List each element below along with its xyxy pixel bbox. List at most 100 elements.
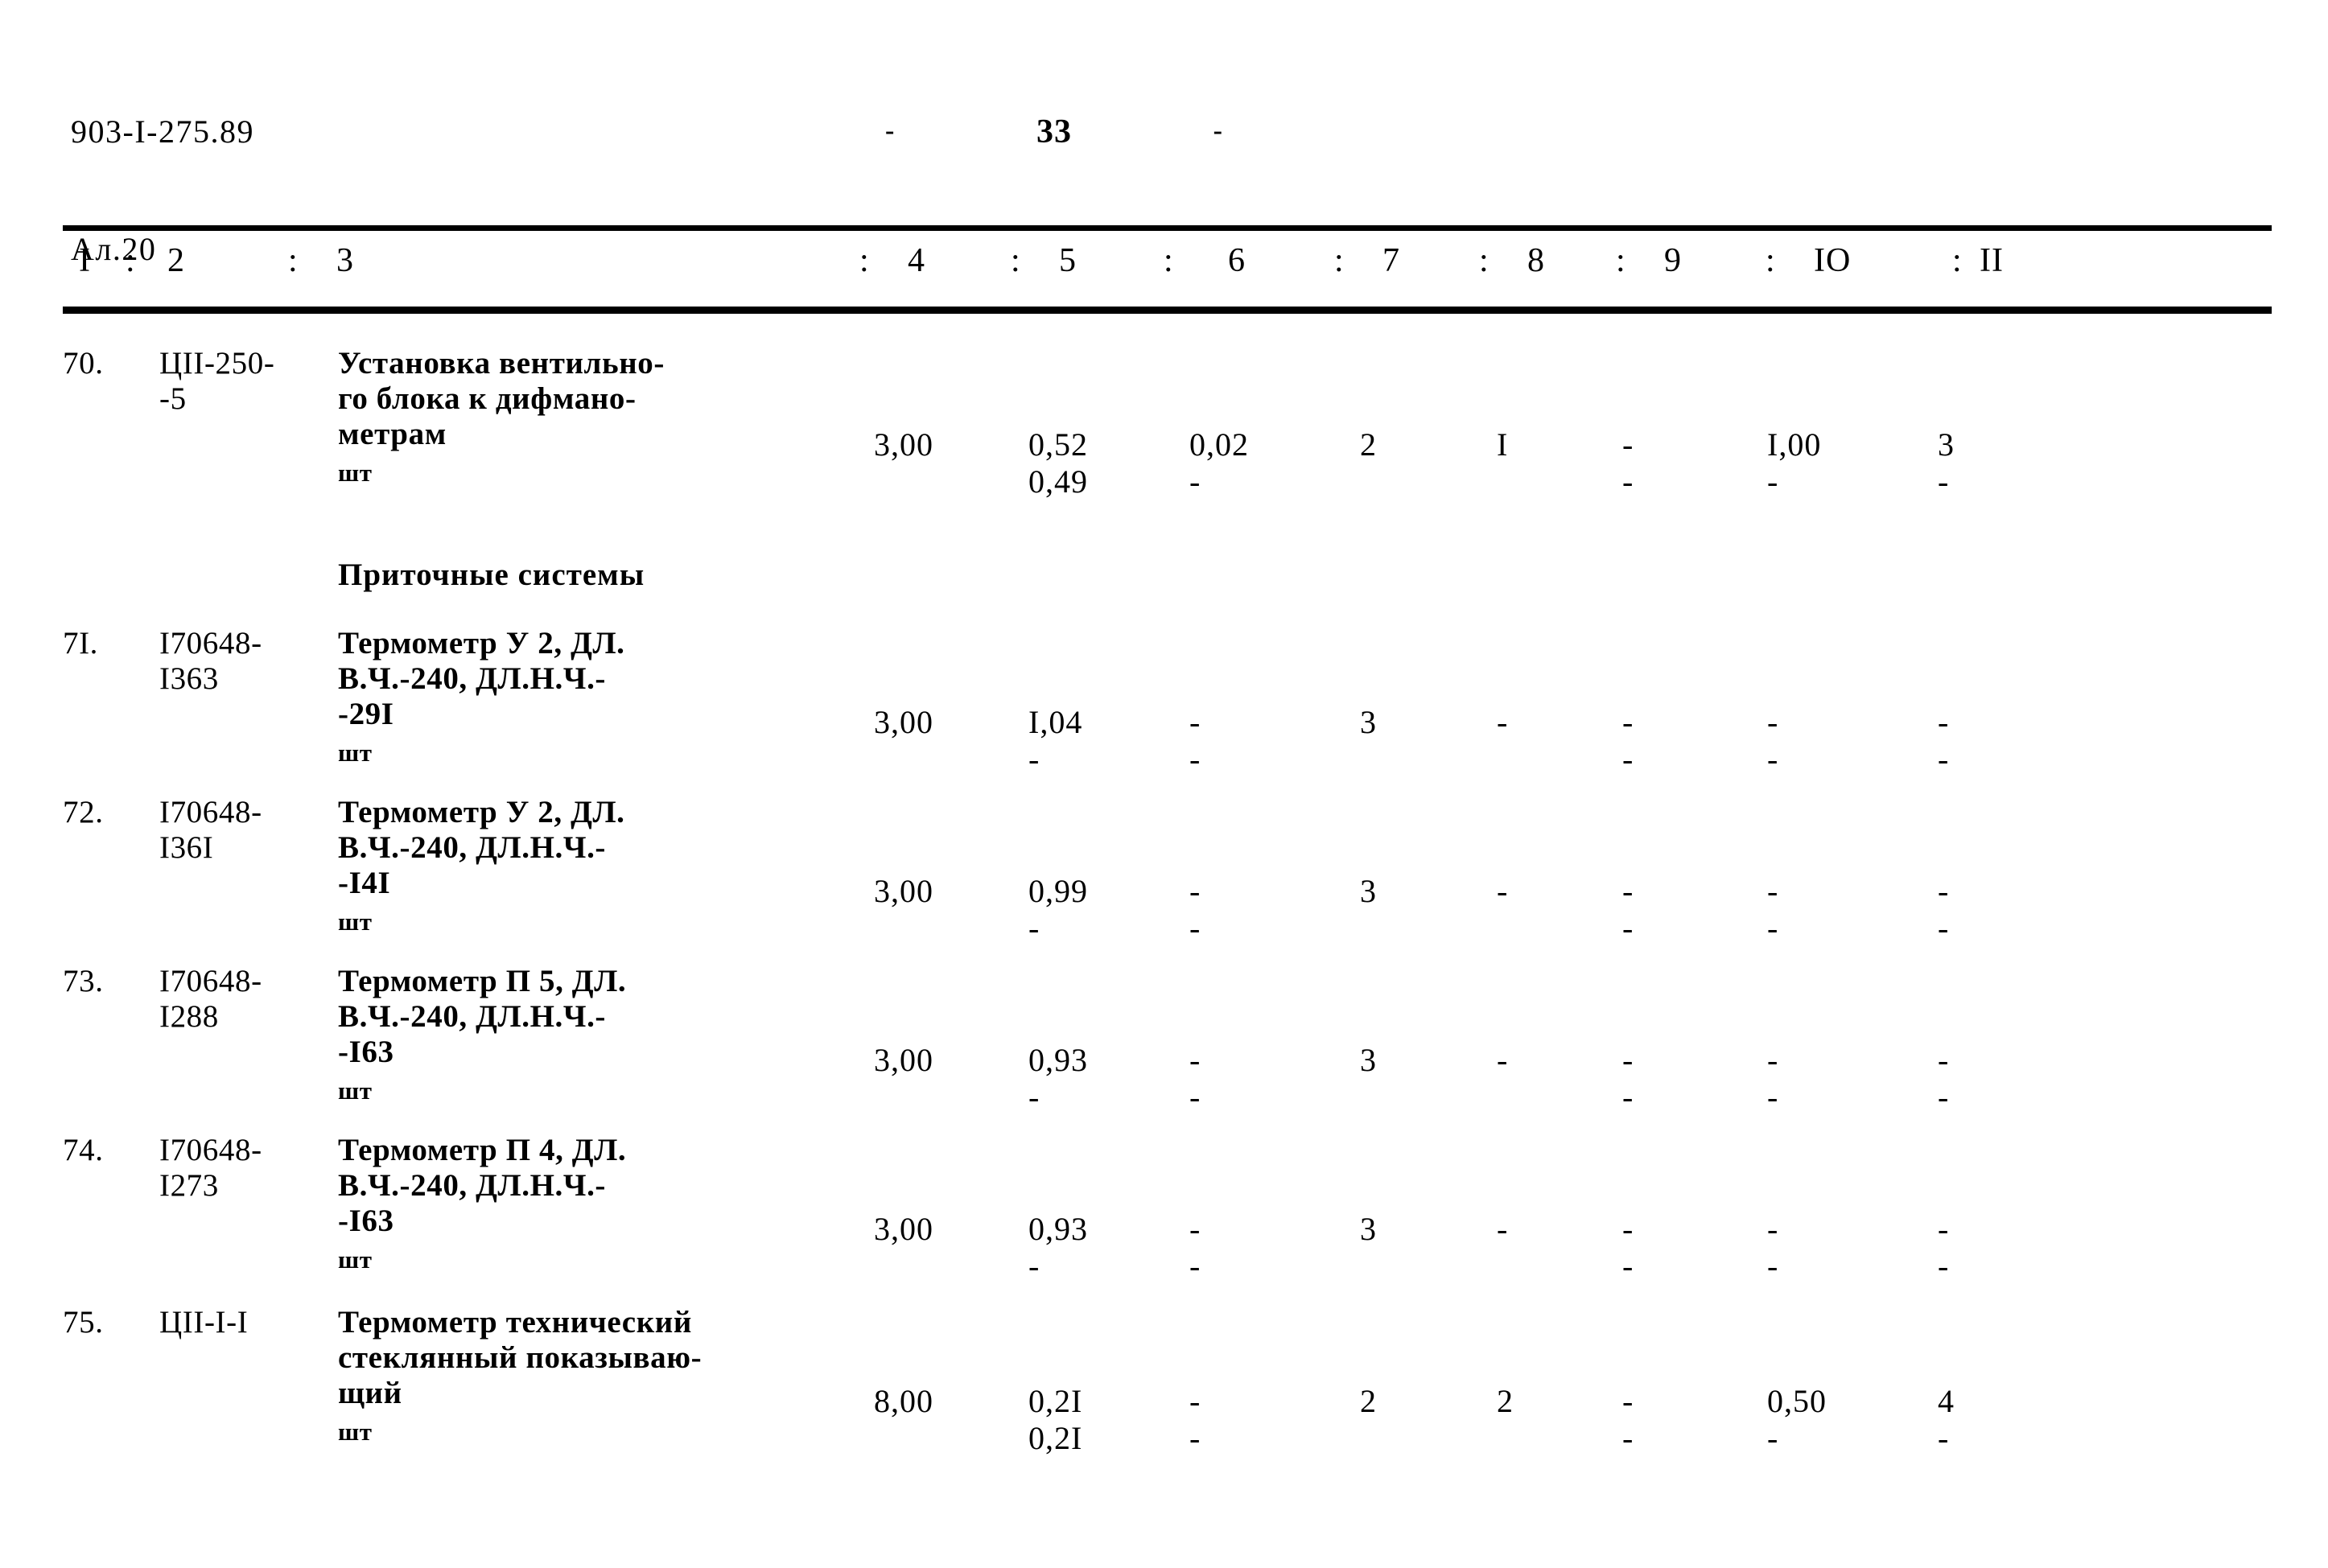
description-line: стеклянный показываю- xyxy=(338,1340,703,1375)
code-line: -5 xyxy=(159,381,187,416)
col-6-value: -- xyxy=(1189,1042,1318,1116)
value-primary: - xyxy=(1938,1211,1950,1247)
value-secondary: - xyxy=(1938,1079,1950,1115)
value-primary: - xyxy=(1622,426,1634,463)
description-line: метрам xyxy=(338,417,447,451)
value-primary: - xyxy=(1497,704,1509,740)
value-primary: 4 xyxy=(1938,1383,1955,1419)
value-primary: 2 xyxy=(1497,1383,1514,1419)
row-code: ЦII-I-I xyxy=(159,1305,344,1340)
row-code: ЦII-250- -5 xyxy=(159,346,344,417)
col-7-value: 2 xyxy=(1360,426,1432,463)
row-item-number: 7I. xyxy=(63,626,99,661)
value-primary: - xyxy=(1767,873,1779,909)
description-line: го блока к дифмано- xyxy=(338,381,637,416)
column-separator: : xyxy=(1952,242,1963,279)
row-code: I70648- I288 xyxy=(159,964,344,1035)
value-primary: 0,2I xyxy=(1028,1383,1083,1419)
code-line: I70648- xyxy=(159,795,262,829)
value-primary: I,00 xyxy=(1767,426,1822,463)
value-primary: 0,93 xyxy=(1028,1211,1088,1247)
col-8-value: - xyxy=(1497,704,1569,741)
value-primary: 2 xyxy=(1360,1383,1377,1419)
col-10-value: -- xyxy=(1767,704,1896,778)
row-code: I70648- I36I xyxy=(159,795,344,866)
row-item-number: 72. xyxy=(63,795,104,829)
value-secondary: - xyxy=(1938,741,1950,777)
column-header-2: 2 xyxy=(167,242,185,279)
col-5-value: 0,2I 0,2I xyxy=(1028,1383,1149,1457)
value-secondary: - xyxy=(1622,910,1634,946)
column-header-8: 8 xyxy=(1527,242,1545,279)
value-primary: - xyxy=(1497,1042,1509,1078)
value-secondary: - xyxy=(1767,1420,1779,1456)
value-primary: 3,00 xyxy=(874,704,933,740)
value-primary: 2 xyxy=(1360,426,1377,463)
column-header-4: 4 xyxy=(908,242,925,279)
col-5-value: 0,93- xyxy=(1028,1211,1149,1285)
description-line: Термометр У 2, ДЛ. xyxy=(338,795,625,829)
column-header-3: 3 xyxy=(336,242,354,279)
value-secondary: - xyxy=(1028,741,1040,777)
col-8-value: I xyxy=(1497,426,1569,463)
row-item-number: 70. xyxy=(63,346,104,381)
row-description: Термометр П 5, ДЛ. В.Ч.-240, ДЛ.Н.Ч.- -I63 xyxy=(338,964,789,1070)
value-secondary: - xyxy=(1767,463,1779,500)
value-secondary: - xyxy=(1767,741,1779,777)
description-line: Термометр У 2, ДЛ. xyxy=(338,626,625,661)
value-primary: - xyxy=(1767,704,1779,740)
value-primary: 3 xyxy=(1360,1042,1377,1078)
col-4-value: 8,00 xyxy=(874,1383,995,1420)
description-line: щий xyxy=(338,1376,402,1410)
document-page: 903-I-275.89 Ал.20 - 33 - I:2:3:4:5:6:7:… xyxy=(0,0,2328,1568)
col-8-value: 2 xyxy=(1497,1383,1569,1420)
value-secondary: - xyxy=(1189,1248,1201,1284)
table-top-rule xyxy=(63,225,2272,231)
value-primary: 3,00 xyxy=(874,1042,933,1078)
col-7-value: 3 xyxy=(1360,873,1432,910)
col-9-value: -- xyxy=(1622,1042,1695,1116)
value-primary: 3 xyxy=(1938,426,1955,463)
description-line: Термометр П 4, ДЛ. xyxy=(338,1133,627,1167)
row-unit: шт xyxy=(338,459,373,487)
value-primary: - xyxy=(1622,1211,1634,1247)
table-header-rule xyxy=(63,307,2272,314)
value-primary: - xyxy=(1189,1042,1201,1078)
col-9-value: -- xyxy=(1622,426,1695,500)
table-header-row: I:2:3:4:5:6:7:8:9: IO: II xyxy=(63,241,2272,298)
col-4-value: 3,00 xyxy=(874,704,995,741)
col-9-value: -- xyxy=(1622,1211,1695,1285)
value-primary: 3,00 xyxy=(874,873,933,909)
description-line: В.Ч.-240, ДЛ.Н.Ч.- xyxy=(338,661,607,696)
value-secondary: - xyxy=(1622,1079,1634,1115)
code-line: ЦII-I-I xyxy=(159,1305,249,1340)
column-separator: : xyxy=(1164,242,1174,279)
value-secondary: - xyxy=(1028,1079,1040,1115)
col-4-value: 3,00 xyxy=(874,426,995,463)
column-header-7: 7 xyxy=(1382,242,1400,279)
col-8-value: - xyxy=(1497,873,1569,910)
description-line: Термометр П 5, ДЛ. xyxy=(338,964,627,998)
value-primary: - xyxy=(1938,1042,1950,1078)
column-header-II: II xyxy=(1980,242,2004,279)
col-5-value: I,04- xyxy=(1028,704,1149,778)
code-line: I70648- xyxy=(159,626,262,661)
section-heading: Приточные системы xyxy=(338,558,645,592)
value-primary: - xyxy=(1622,1383,1634,1419)
value-secondary: - xyxy=(1189,741,1201,777)
col-4-value: 3,00 xyxy=(874,1042,995,1079)
col-11-value: 4- xyxy=(1938,1383,2010,1457)
row-description: Термометр технический стеклянный показыва… xyxy=(338,1305,789,1411)
value-secondary: - xyxy=(1767,910,1779,946)
description-line: -I4I xyxy=(338,866,391,900)
value-primary: - xyxy=(1497,1211,1509,1247)
description-line: -I63 xyxy=(338,1204,394,1238)
column-separator: : xyxy=(288,242,299,279)
code-line: I288 xyxy=(159,999,219,1034)
col-11-value: 3- xyxy=(1938,426,2010,500)
code-line: I70648- xyxy=(159,964,262,998)
value-primary: 0,93 xyxy=(1028,1042,1088,1078)
row-unit: шт xyxy=(338,1076,373,1105)
value-primary: - xyxy=(1189,1383,1201,1419)
value-primary: - xyxy=(1622,704,1634,740)
